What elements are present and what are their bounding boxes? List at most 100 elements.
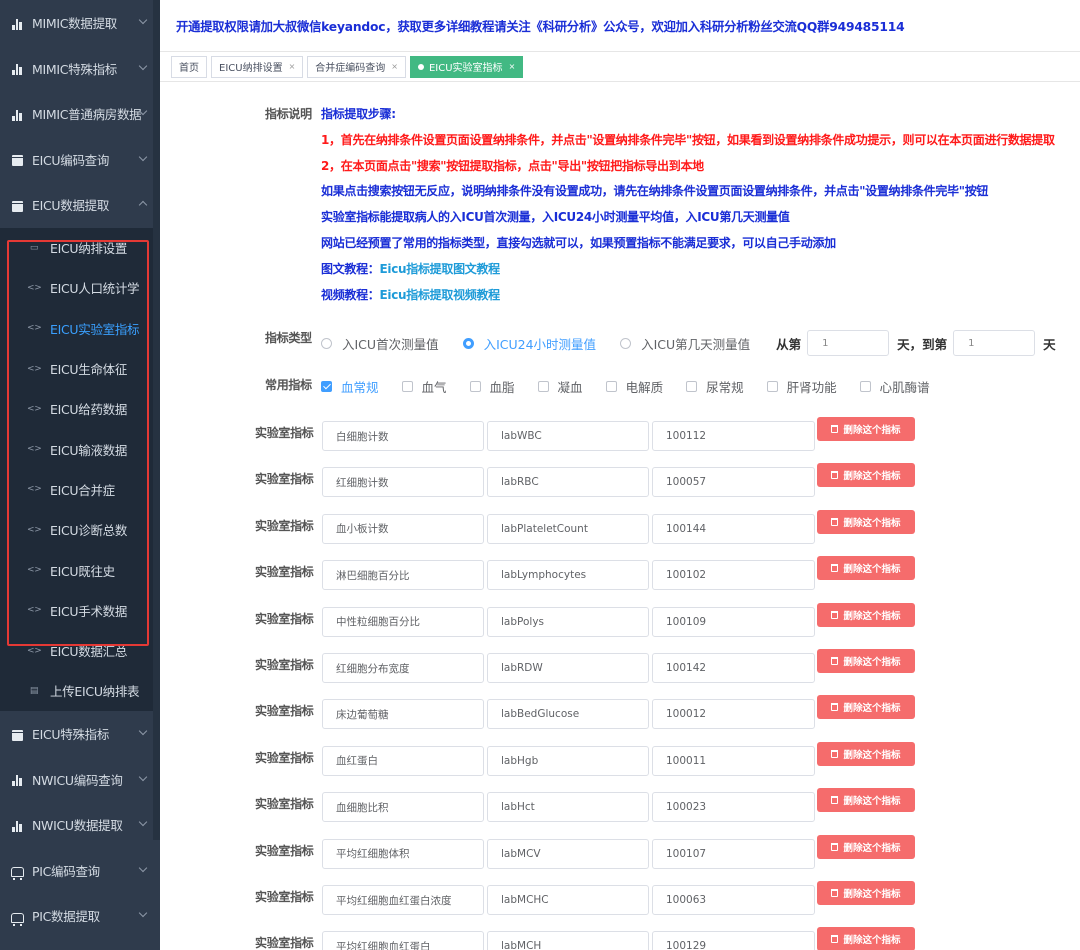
video-tutorial-prefix: 视频教程： [321, 288, 380, 302]
indicator-checkbox[interactable]: 血脂 [469, 377, 515, 396]
lab-id-input[interactable]: 100063 [652, 885, 815, 915]
lab-id-input[interactable]: 100112 [652, 421, 815, 451]
indicator-checkbox[interactable]: 心肌酶谱 [859, 377, 930, 396]
checkbox-icon [686, 381, 698, 392]
lab-id-input[interactable]: 100144 [652, 513, 815, 544]
tab-comorbidity-code[interactable]: 合并症编码查询 × [307, 55, 406, 78]
close-icon[interactable]: × [289, 62, 296, 71]
lab-id-input[interactable]: 100102 [652, 560, 815, 591]
indicator-checkbox[interactable]: 血气 [401, 377, 447, 396]
delete-indicator-button[interactable]: 删除这个指标 [817, 463, 915, 488]
checkbox-icon [537, 381, 549, 392]
sidebar-item[interactable]: NWICU数据提取 [0, 802, 160, 848]
tab-home[interactable]: 首页 [171, 55, 207, 78]
delete-indicator-button[interactable]: 删除这个指标 [817, 509, 915, 534]
indicator-checkbox[interactable]: 肝肾功能 [766, 377, 837, 396]
lab-code-input[interactable]: labMCHC [487, 885, 649, 915]
lab-name-input[interactable]: 平均红细胞血红蛋白浓度 [322, 885, 484, 915]
sidebar-item-label: EICU特殊指标 [32, 727, 110, 743]
indicator-checkbox[interactable]: 血常规 [321, 377, 379, 396]
graphic-tutorial-link[interactable]: Eicu指标提取图文教程 [380, 262, 501, 276]
sidebar-item[interactable]: PIC数据提取 [0, 893, 160, 939]
lab-id-input[interactable]: 100011 [652, 745, 815, 776]
lab-code-input[interactable]: labHgb [487, 745, 649, 776]
indicator-checkbox[interactable]: 凝血 [537, 377, 583, 396]
submenu-item[interactable]: ▤ 上传EICU纳排表 [0, 671, 160, 711]
lab-code-input[interactable]: labPolys [487, 606, 649, 637]
lab-code-input[interactable]: labRBC [487, 467, 649, 498]
lab-name-input[interactable]: 红细胞计数 [322, 467, 484, 498]
lab-name-input[interactable]: 红细胞分布宽度 [322, 653, 484, 683]
close-icon[interactable]: × [391, 62, 398, 71]
sidebar-item[interactable]: NWICU编码查询 [0, 757, 160, 803]
delete-indicator-button[interactable]: 删除这个指标 [817, 556, 915, 581]
trash-icon [831, 564, 839, 573]
lab-name-input[interactable]: 床边葡萄糖 [322, 699, 484, 730]
delete-indicator-button[interactable]: 删除这个指标 [817, 788, 915, 813]
delete-indicator-button[interactable]: 删除这个指标 [817, 417, 915, 441]
sidebar-item-label: MIMIC特殊指标 [32, 61, 117, 77]
indicator-checkbox[interactable]: 电解质 [605, 377, 664, 396]
lab-code-input[interactable]: labHct [487, 792, 649, 823]
delete-indicator-button[interactable]: 删除这个指标 [817, 602, 915, 627]
lab-name-input[interactable]: 平均红细胞血红蛋白 [322, 931, 484, 950]
lab-name-input[interactable]: 中性粒细胞百分比 [322, 606, 484, 637]
close-icon[interactable]: × [509, 62, 516, 71]
lab-indicator-row: 实验室指标 平均红细胞体积 labMCV 100107 删除这个指标 [160, 834, 1080, 869]
to-day-label: 天，到第 [897, 336, 948, 352]
lab-name-input[interactable]: 血细胞比积 [322, 792, 484, 823]
lab-code-input[interactable]: labWBC [487, 421, 649, 451]
lab-name-input[interactable]: 平均红细胞体积 [322, 838, 484, 869]
delete-indicator-button[interactable]: 删除这个指标 [817, 834, 915, 859]
checkbox-label: 电解质 [625, 380, 664, 395]
sidebar-item[interactable]: MIMIC特殊指标 [0, 46, 160, 92]
chevron-down-icon [138, 152, 148, 161]
lab-name-input[interactable]: 淋巴细胞百分比 [322, 560, 484, 591]
lab-code-input[interactable]: labRDW [487, 653, 649, 683]
sidebar-item[interactable]: EICU特殊指标 [0, 711, 160, 757]
delete-indicator-button[interactable]: 删除这个指标 [817, 881, 915, 905]
video-tutorial-link[interactable]: Eicu指标提取视频教程 [380, 288, 501, 302]
lab-id-input[interactable]: 100109 [652, 606, 815, 637]
lab-id-input[interactable]: 100057 [652, 467, 815, 498]
sidebar-item[interactable]: EICU数据提取 [0, 182, 160, 228]
bar-chart-icon [10, 818, 24, 832]
lab-code-input[interactable]: labLymphocytes [487, 560, 649, 591]
delete-indicator-button[interactable]: 删除这个指标 [817, 741, 915, 766]
sidebar-item[interactable]: MIMIC数据提取 [0, 0, 160, 46]
lab-code-input[interactable]: labPlateletCount [487, 513, 649, 544]
lab-name-input[interactable]: 血小板计数 [322, 513, 484, 544]
chevron-down-icon [138, 908, 148, 918]
lab-code-input[interactable]: labMCH [487, 931, 649, 950]
submenu-item-label: 上传EICU纳排表 [50, 684, 140, 700]
lab-id-input[interactable]: 100142 [652, 653, 815, 683]
chevron-up-icon [138, 200, 148, 210]
lab-id-input[interactable]: 100107 [652, 838, 815, 869]
delete-indicator-button[interactable]: 删除这个指标 [817, 649, 915, 673]
tab-eicu-lab[interactable]: EICU实验室指标 × [409, 55, 524, 78]
delete-indicator-button[interactable]: 删除这个指标 [817, 927, 915, 950]
sidebar-item[interactable]: EICU编码查询 [0, 137, 160, 183]
sidebar-scrollbar[interactable] [153, 0, 160, 840]
lab-id-input[interactable]: 100129 [652, 931, 815, 950]
radio-nth-day[interactable]: 入ICU第几天测量值 [620, 334, 750, 353]
lab-id-input[interactable]: 100023 [652, 792, 815, 823]
to-day-input[interactable]: 1 [953, 330, 1036, 356]
lab-indicator-row: 实验室指标 平均红细胞血红蛋白浓度 labMCHC 100063 删除这个指标 [160, 881, 1080, 915]
tab-eicu-inclusion[interactable]: EICU纳排设置 × [211, 55, 304, 78]
lab-row-label: 实验室指标 [255, 750, 314, 765]
checkbox-icon [766, 381, 778, 392]
delete-button-label: 删除这个指标 [843, 842, 901, 854]
lab-id-input[interactable]: 100012 [652, 699, 815, 730]
sidebar-item[interactable]: PIC编码查询 [0, 848, 160, 894]
indicator-checkbox[interactable]: 尿常规 [686, 377, 744, 396]
lab-code-input[interactable]: labMCV [487, 838, 649, 869]
sidebar-item[interactable]: MIMIC普通病房数据 [0, 91, 160, 137]
lab-code-input[interactable]: labBedGlucose [487, 699, 649, 730]
radio-24h-average[interactable]: 入ICU24小时测量值 [462, 334, 596, 353]
radio-first-measurement[interactable]: 入ICU首次测量值 [321, 334, 439, 353]
from-day-input[interactable]: 1 [807, 330, 890, 356]
lab-name-input[interactable]: 白细胞计数 [322, 421, 484, 451]
delete-indicator-button[interactable]: 删除这个指标 [817, 695, 915, 720]
lab-name-input[interactable]: 血红蛋白 [322, 745, 484, 776]
